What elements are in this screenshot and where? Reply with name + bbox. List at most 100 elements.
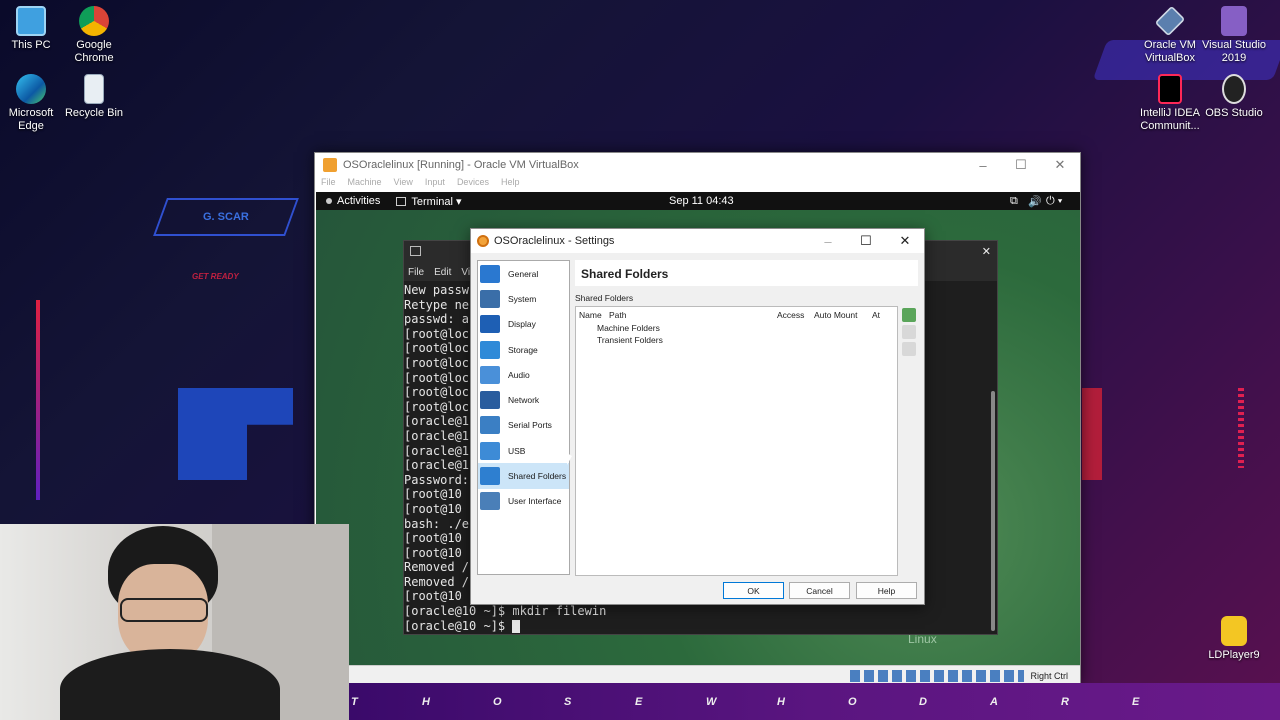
cancel-button[interactable]: Cancel (789, 582, 850, 599)
help-button[interactable]: Help (856, 582, 917, 599)
remove-folder-icon[interactable] (902, 342, 916, 356)
audio-icon (480, 365, 500, 384)
table-header: Name Path Access Auto Mount At (576, 307, 897, 323)
nav-item-audio[interactable]: Audio (478, 362, 569, 387)
marquee-letter: H (777, 695, 785, 708)
status-icons[interactable] (850, 669, 1025, 682)
desktop-icon-obs[interactable]: OBS Studio (1202, 74, 1266, 120)
new-tab-icon[interactable] (410, 246, 421, 256)
vbox-statusbar: Right Ctrl (315, 665, 1080, 685)
column-at[interactable]: At (872, 310, 880, 320)
nav-item-usb[interactable]: USB (478, 438, 569, 463)
nav-item-general[interactable]: General (478, 261, 569, 286)
desktop-icon-ldplayer[interactable]: LDPlayer9 (1202, 616, 1266, 662)
settings-dialog: OSOraclelinux - Settings – ☐ ✕ General Sy… (470, 228, 925, 605)
desktop-icon-label: Google Chrome (74, 39, 114, 64)
intellij-icon (1158, 74, 1182, 104)
webcam-overlay (0, 524, 349, 720)
vbox-menubar: File Machine View Input Devices Help (315, 177, 1080, 191)
settings-title: OSOraclelinux - Settings (494, 235, 615, 247)
general-icon (480, 264, 500, 283)
clock[interactable]: Sep 11 04:43 (669, 195, 734, 207)
menu-devices[interactable]: Devices (457, 177, 489, 191)
nav-item-label: Network (508, 395, 540, 406)
settings-gear-icon (477, 235, 489, 247)
desktop-icon-edge[interactable]: Microsoft Edge (0, 74, 63, 133)
desktop-icon-label: OBS Studio (1205, 107, 1263, 119)
nav-item-label: Serial Ports (508, 420, 552, 431)
desktop-icon-label: This PC (11, 39, 51, 51)
shared-folders-table[interactable]: Name Path Access Auto Mount At Machine F… (575, 306, 898, 576)
nav-item-serial-ports[interactable]: Serial Ports (478, 413, 569, 438)
column-auto-mount[interactable]: Auto Mount (814, 310, 857, 320)
desktop-icon-chrome[interactable]: Google Chrome (62, 6, 126, 65)
column-path[interactable]: Path (609, 310, 627, 320)
nav-item-display[interactable]: Display (478, 312, 569, 337)
wallpaper-tag-text: G. SCAR (203, 211, 249, 223)
terminal-menu-edit[interactable]: Edit (434, 267, 451, 278)
nav-item-label: Display (508, 319, 536, 330)
desktop-icon-visual-studio[interactable]: Visual Studio 2019 (1202, 6, 1266, 65)
desktop-icon-this-pc[interactable]: This PC (0, 6, 63, 52)
menu-help[interactable]: Help (501, 177, 520, 191)
ok-button[interactable]: OK (723, 582, 784, 599)
network-icon[interactable]: ⧉ (1010, 195, 1018, 208)
menu-file[interactable]: File (321, 177, 336, 191)
visual-studio-icon (1221, 6, 1247, 36)
nav-item-system[interactable]: System (478, 286, 569, 311)
wallpaper-tag: G. SCAR (153, 198, 299, 236)
marquee-letter: W (706, 695, 717, 708)
nav-item-shared-folders[interactable]: Shared Folders (478, 463, 569, 489)
marquee-letter: A (990, 695, 998, 708)
maximize-button[interactable]: ☐ (1001, 153, 1041, 177)
activities-button[interactable]: Activities (337, 195, 380, 207)
settings-minimize-button[interactable]: – (808, 229, 848, 253)
display-icon (480, 315, 500, 334)
desktop-icon-label: Visual Studio 2019 (1202, 39, 1267, 64)
menu-machine[interactable]: Machine (348, 177, 382, 191)
table-row[interactable]: Machine Folders (576, 323, 897, 335)
marquee-letter: E (635, 695, 643, 708)
column-access[interactable]: Access (777, 310, 804, 320)
virtualbox-app-icon (323, 158, 337, 172)
volume-icon[interactable]: 🔊 (1028, 195, 1042, 208)
power-icon[interactable]: ⏻ ▾ (1046, 195, 1062, 208)
mouse-cursor-icon (567, 453, 572, 465)
monitor-icon (16, 6, 46, 36)
desktop-icon-label: IntelliJ IDEA Communit... (1140, 107, 1200, 132)
marquee-letter: E (1132, 695, 1140, 708)
marquee-letter: S (564, 695, 572, 708)
group-label: Shared Folders (575, 293, 634, 303)
nav-item-label: General (508, 268, 539, 279)
settings-maximize-button[interactable]: ☐ (846, 229, 886, 253)
menu-view[interactable]: View (394, 177, 413, 191)
table-row[interactable]: Transient Folders (576, 335, 897, 347)
terminal-menu-view[interactable]: Vi (461, 267, 470, 278)
desktop-icon-label: Oracle VM VirtualBox (1144, 39, 1196, 64)
terminal-close-icon[interactable]: ✕ (982, 245, 991, 258)
terminal-menu-file[interactable]: File (408, 267, 424, 278)
desktop-icon-label: Microsoft Edge (8, 107, 54, 132)
menu-input[interactable]: Input (425, 177, 445, 191)
app-menu[interactable]: Terminal ▾ (411, 195, 461, 208)
wallpaper-neon-bar-right (1238, 388, 1244, 468)
nav-item-label: System (508, 293, 537, 304)
add-folder-icon[interactable] (902, 308, 916, 322)
settings-content: Shared Folders Shared Folders Name Path … (575, 260, 918, 576)
webcam-person-shirt (60, 649, 280, 720)
close-button[interactable]: ✕ (1040, 153, 1080, 177)
webcam-glasses (120, 598, 208, 622)
minimize-button[interactable]: – (963, 153, 1003, 177)
edit-folder-icon[interactable] (902, 325, 916, 339)
desktop-icon-intellij[interactable]: IntelliJ IDEA Communit... (1138, 74, 1202, 133)
desktop-icon-virtualbox[interactable]: Oracle VM VirtualBox (1138, 5, 1202, 65)
desktop-icon-recycle-bin[interactable]: Recycle Bin (62, 74, 126, 120)
nav-item-network[interactable]: Network (478, 387, 569, 412)
user-interface-icon (480, 492, 500, 511)
nav-item-storage[interactable]: Storage (478, 337, 569, 362)
settings-close-button[interactable]: ✕ (885, 229, 925, 253)
nav-item-user-interface[interactable]: User Interface (478, 489, 569, 514)
terminal-scrollbar[interactable] (991, 391, 995, 631)
terminal-line: [oracle@10 ~]$ mkdir filewin (404, 604, 607, 619)
column-name[interactable]: Name (579, 310, 602, 320)
